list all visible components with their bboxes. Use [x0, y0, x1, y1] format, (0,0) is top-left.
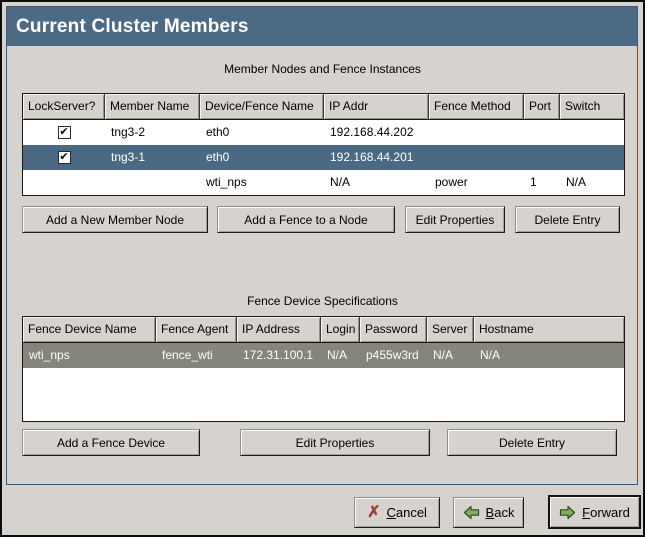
- edit-properties-button[interactable]: Edit Properties: [405, 206, 505, 233]
- cancel-button-label: Cancel: [386, 505, 426, 520]
- empty-table-area: [23, 368, 624, 421]
- cluster-config-dialog: Current Cluster Members Member Nodes and…: [0, 0, 645, 537]
- column-header-server[interactable]: Server: [427, 317, 474, 342]
- switch-cell: [560, 145, 624, 170]
- switch-cell: [560, 120, 624, 145]
- member-table-header: LockServer? Member Name Device/Fence Nam…: [23, 94, 624, 120]
- fence-agent-cell: fence_wti: [156, 343, 237, 368]
- port-cell: 1: [524, 170, 560, 195]
- cancel-button[interactable]: ✗ Cancel: [354, 497, 440, 528]
- add-member-node-button[interactable]: Add a New Member Node: [22, 206, 208, 233]
- fence-device-name-cell: wti_nps: [23, 343, 156, 368]
- add-fence-device-button[interactable]: Add a Fence Device: [22, 429, 200, 456]
- ip-addr-cell: N/A: [324, 170, 429, 195]
- hostname-cell: N/A: [474, 343, 624, 368]
- cancel-x-icon: ✗: [367, 505, 380, 521]
- member-name-cell: tng3-2: [105, 120, 200, 145]
- member-table-caption: Member Nodes and Fence Instances: [2, 62, 643, 76]
- fence-device-table: Fence Device Name Fence Agent IP Address…: [22, 316, 625, 422]
- ip-address-cell: 172.31.100.1: [237, 343, 321, 368]
- edit-properties-button[interactable]: Edit Properties: [240, 429, 430, 456]
- fence-method-cell: [429, 120, 524, 145]
- dialog-header: Current Cluster Members: [7, 7, 637, 46]
- lockserver-cell: ✔: [23, 145, 105, 170]
- table-row[interactable]: ✔ tng3-2 eth0 192.168.44.202: [23, 120, 624, 145]
- column-header-login[interactable]: Login: [321, 317, 360, 342]
- column-header-ip-address[interactable]: IP Address: [237, 317, 321, 342]
- table-row-selected[interactable]: wti_nps fence_wti 172.31.100.1 N/A p455w…: [23, 343, 624, 368]
- ip-addr-cell: 192.168.44.201: [324, 145, 429, 170]
- column-header-fence-method[interactable]: Fence Method: [429, 94, 524, 119]
- device-fence-name-cell: eth0: [200, 145, 324, 170]
- fence-table-header: Fence Device Name Fence Agent IP Address…: [23, 317, 624, 343]
- add-fence-to-node-button[interactable]: Add a Fence to a Node: [217, 206, 395, 233]
- ip-addr-cell: 192.168.44.202: [324, 120, 429, 145]
- lockserver-cell: [23, 170, 105, 195]
- forward-button-label: Forward: [582, 505, 630, 520]
- lockserver-cell: ✔: [23, 120, 105, 145]
- forward-arrow-icon: [559, 505, 576, 520]
- member-table: LockServer? Member Name Device/Fence Nam…: [22, 93, 625, 196]
- password-cell: p455w3rd: [360, 343, 427, 368]
- lockserver-checkbox[interactable]: ✔: [58, 126, 71, 139]
- back-button[interactable]: Back: [453, 497, 524, 528]
- member-name-cell: [105, 170, 200, 195]
- fence-table-caption: Fence Device Specifications: [2, 294, 643, 308]
- page-title: Current Cluster Members: [7, 16, 249, 38]
- member-name-cell: tng3-1: [105, 145, 200, 170]
- server-cell: N/A: [427, 343, 474, 368]
- column-header-fence-agent[interactable]: Fence Agent: [156, 317, 237, 342]
- delete-entry-button[interactable]: Delete Entry: [515, 206, 620, 233]
- port-cell: [524, 120, 560, 145]
- device-fence-name-cell: wti_nps: [200, 170, 324, 195]
- column-header-member-name[interactable]: Member Name: [105, 94, 200, 119]
- table-row-selected[interactable]: ✔ tng3-1 eth0 192.168.44.201: [23, 145, 624, 170]
- column-header-switch[interactable]: Switch: [560, 94, 624, 119]
- column-header-hostname[interactable]: Hostname: [474, 317, 624, 342]
- column-header-ip-addr[interactable]: IP Addr: [324, 94, 429, 119]
- back-arrow-icon: [463, 505, 480, 520]
- login-cell: N/A: [321, 343, 360, 368]
- column-header-password[interactable]: Password: [360, 317, 427, 342]
- column-header-lockserver[interactable]: LockServer?: [23, 94, 105, 119]
- forward-button[interactable]: Forward: [548, 495, 641, 529]
- port-cell: [524, 145, 560, 170]
- fence-method-cell: power: [429, 170, 524, 195]
- delete-entry-button[interactable]: Delete Entry: [447, 429, 617, 456]
- column-header-fence-device-name[interactable]: Fence Device Name: [23, 317, 156, 342]
- back-button-label: Back: [486, 505, 515, 520]
- fence-method-cell: [429, 145, 524, 170]
- column-header-device-fence-name[interactable]: Device/Fence Name: [200, 94, 324, 119]
- lockserver-checkbox[interactable]: ✔: [58, 151, 71, 164]
- device-fence-name-cell: eth0: [200, 120, 324, 145]
- switch-cell: N/A: [560, 170, 624, 195]
- column-header-port[interactable]: Port: [524, 94, 560, 119]
- table-row[interactable]: wti_nps N/A power 1 N/A: [23, 170, 624, 195]
